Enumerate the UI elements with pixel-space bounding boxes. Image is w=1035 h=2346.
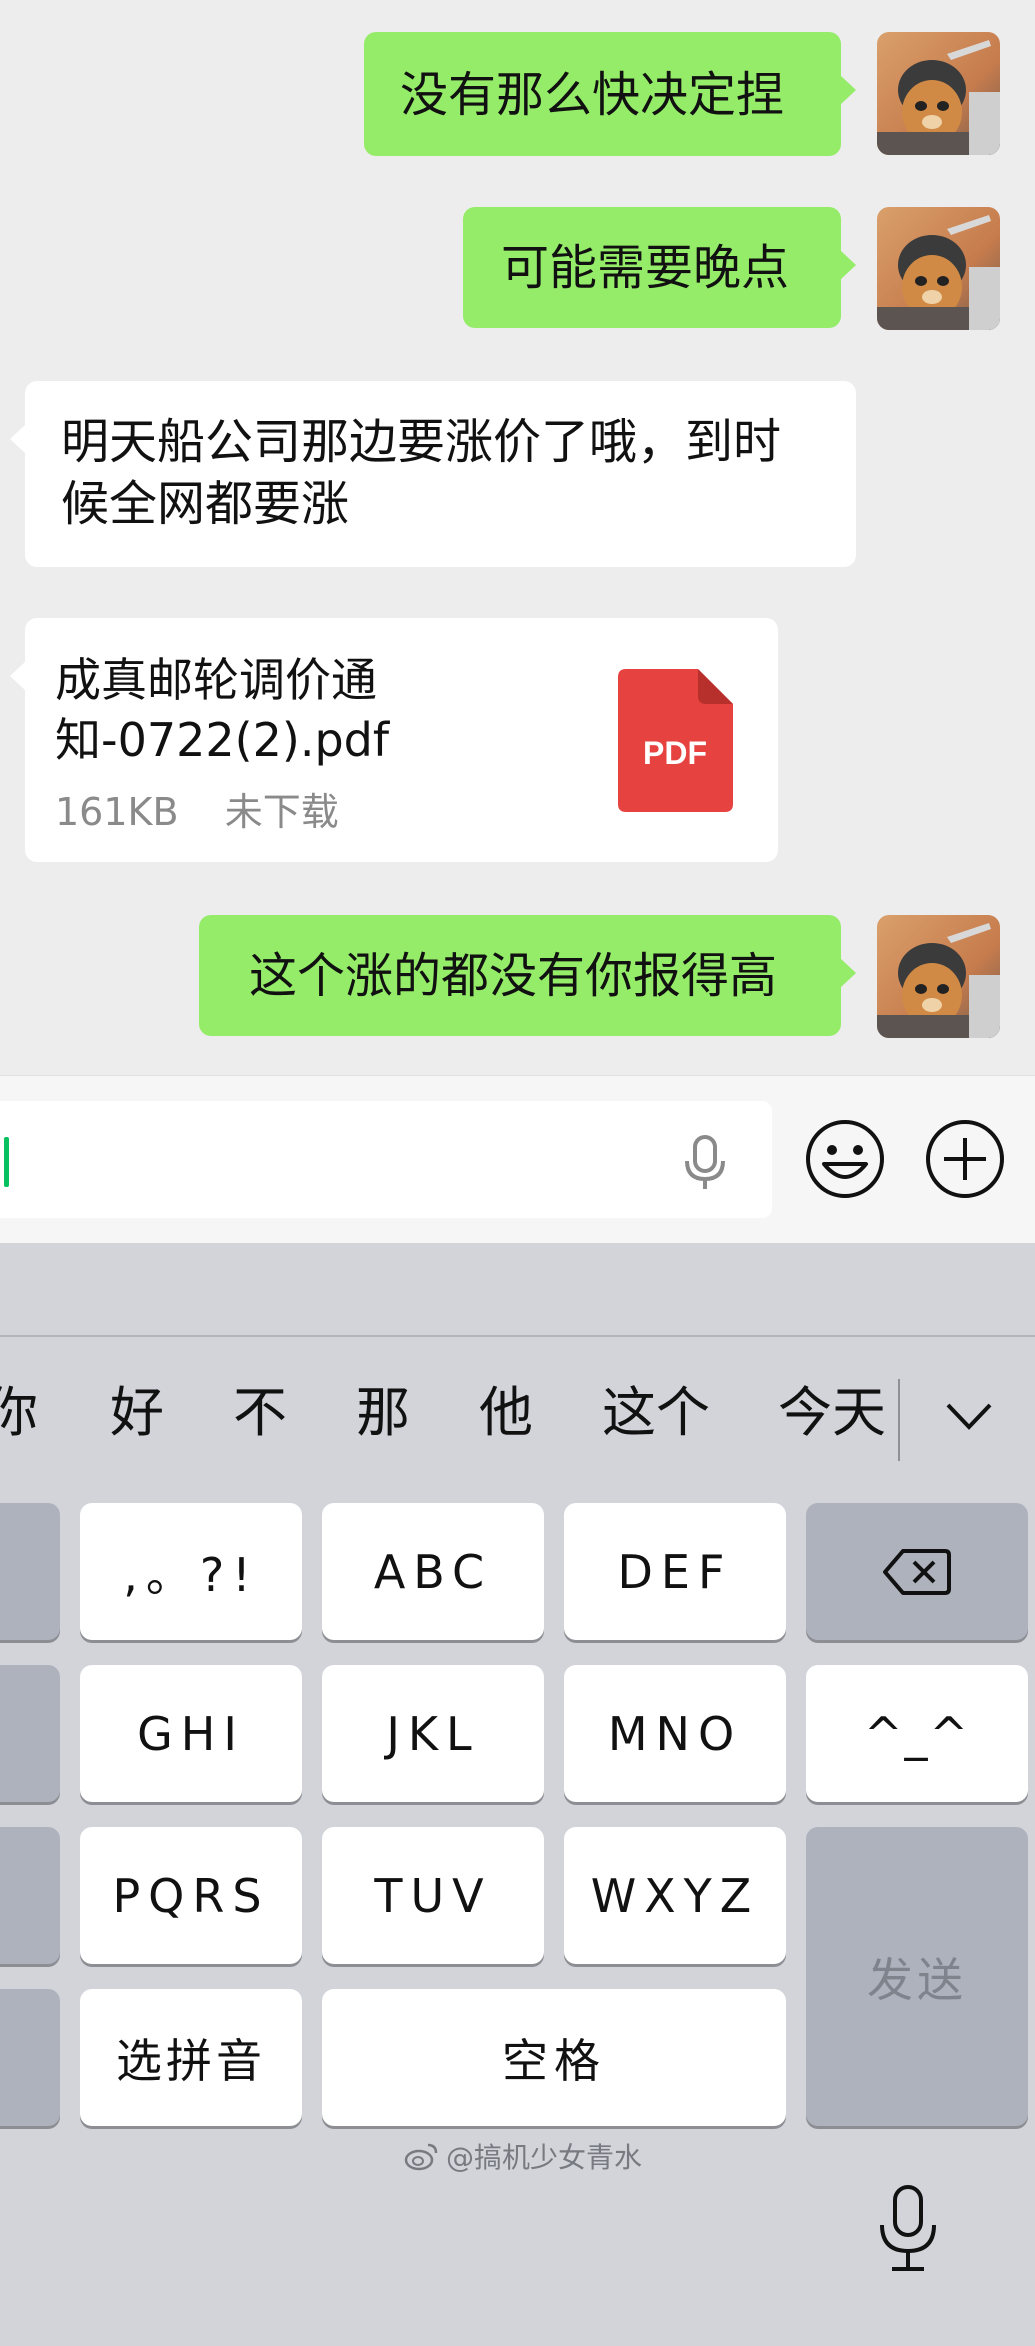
- key-label: PQRS: [112, 1868, 270, 1923]
- message-bubble-outgoing[interactable]: 可能需要晚点: [463, 207, 856, 328]
- backspace-key[interactable]: [806, 1503, 1028, 1640]
- file-message-card[interactable]: 成真邮轮调价通 知-0722(2).pdf 161KB 未下载 PDF: [10, 618, 778, 862]
- key-def[interactable]: DEF: [564, 1503, 786, 1640]
- chat-area: 没有那么快决定捏 可能需要晚点 明天船公司那边要涨价了哦，到时 候全网都要涨 成…: [0, 0, 1035, 1075]
- file-name-line: 成真邮轮调价通: [55, 653, 377, 707]
- key-emoticon[interactable]: ^_^: [806, 1665, 1028, 1802]
- key-label: TUV: [374, 1868, 492, 1923]
- candidate-word[interactable]: 好: [110, 1383, 164, 1443]
- candidate-word[interactable]: 你: [0, 1383, 38, 1443]
- space-key[interactable]: 空格: [322, 1989, 786, 2126]
- watermark: @搞机少女青水: [404, 2136, 642, 2176]
- key-label: JKL: [386, 1706, 480, 1761]
- input-bar: [0, 1075, 1035, 1244]
- message-bubble-outgoing[interactable]: 没有那么快决定捏: [364, 32, 856, 156]
- key-mno[interactable]: MNO: [564, 1665, 786, 1802]
- key-label: WXYZ: [590, 1868, 760, 1923]
- message-text: 没有那么快决定捏: [400, 67, 785, 123]
- key-ghi[interactable]: GHI: [80, 1665, 302, 1802]
- key-select-pinyin[interactable]: 选拼音: [80, 1989, 302, 2126]
- key-tuv[interactable]: TUV: [322, 1827, 544, 1964]
- weibo-logo-icon: [404, 2143, 438, 2171]
- key-label: ^_^: [863, 1706, 971, 1761]
- keyboard-divider: [0, 1335, 1035, 1337]
- dictation-microphone-icon[interactable]: [876, 2183, 940, 2275]
- message-bubble-outgoing[interactable]: 这个涨的都没有你报得高: [199, 915, 856, 1036]
- key-abc[interactable]: ABC: [322, 1503, 544, 1640]
- candidate-word[interactable]: 那: [356, 1383, 410, 1443]
- message-text: 可能需要晚点: [501, 240, 790, 296]
- key-label: 选拼音: [116, 2033, 266, 2088]
- file-name: 成真邮轮调价通 知-0722(2).pdf: [55, 650, 455, 770]
- side-key[interactable]: [0, 1827, 60, 1964]
- avatar[interactable]: [877, 915, 1000, 1038]
- message-bubble-incoming[interactable]: 明天船公司那边要涨价了哦，到时 候全网都要涨: [10, 381, 856, 567]
- avatar[interactable]: [877, 32, 1000, 155]
- key-punctuation[interactable]: ,。?!: [80, 1503, 302, 1640]
- file-meta: 161KB 未下载: [55, 781, 339, 843]
- watermark-text: @搞机少女青水: [446, 2141, 643, 2174]
- key-label: DEF: [617, 1544, 733, 1599]
- file-download-status: 未下载: [224, 790, 339, 834]
- pdf-badge-text: PDF: [643, 735, 707, 771]
- message-text-line: 候全网都要涨: [61, 476, 350, 532]
- chevron-down-icon[interactable]: [944, 1399, 994, 1435]
- candidate-word[interactable]: 这个: [602, 1383, 710, 1443]
- plus-icon[interactable]: [924, 1118, 1006, 1200]
- send-button[interactable]: 发送: [806, 1827, 1028, 2126]
- microphone-icon[interactable]: [680, 1133, 730, 1193]
- cat-pilot-avatar-icon: [877, 32, 1000, 155]
- backspace-icon: [883, 1548, 951, 1595]
- key-jkl[interactable]: JKL: [322, 1665, 544, 1802]
- pdf-file-icon: PDF: [618, 669, 733, 812]
- key-label: ABC: [373, 1544, 493, 1599]
- candidate-word[interactable]: 他: [479, 1383, 533, 1443]
- key-pqrs[interactable]: PQRS: [80, 1827, 302, 1964]
- side-key[interactable]: [0, 1665, 60, 1802]
- side-key[interactable]: [0, 1989, 60, 2126]
- candidate-word[interactable]: 不: [233, 1383, 287, 1443]
- key-label: GHI: [137, 1706, 245, 1761]
- candidate-word[interactable]: 今天: [778, 1383, 886, 1443]
- key-label: MNO: [607, 1706, 743, 1761]
- keyboard: 你 好 不 那 他 这个 今天 ,。?! ABC DEF GHI JKL MNO…: [0, 1243, 1035, 2346]
- key-label: 发送: [867, 1952, 967, 2007]
- avatar[interactable]: [877, 207, 1000, 330]
- message-text: 这个涨的都没有你报得高: [249, 948, 778, 1004]
- key-label: ,。?!: [123, 1547, 259, 1602]
- key-label: 空格: [502, 2033, 606, 2088]
- candidate-separator: [898, 1379, 900, 1461]
- emoji-icon[interactable]: [804, 1118, 886, 1200]
- message-input[interactable]: [0, 1101, 772, 1218]
- message-text-line: 明天船公司那边要涨价了哦，到时: [61, 414, 782, 470]
- side-key[interactable]: [0, 1503, 60, 1640]
- file-size: 161KB: [55, 790, 179, 834]
- text-caret: [4, 1137, 9, 1187]
- key-wxyz[interactable]: WXYZ: [564, 1827, 786, 1964]
- file-name-line: 知-0722(2).pdf: [55, 713, 390, 767]
